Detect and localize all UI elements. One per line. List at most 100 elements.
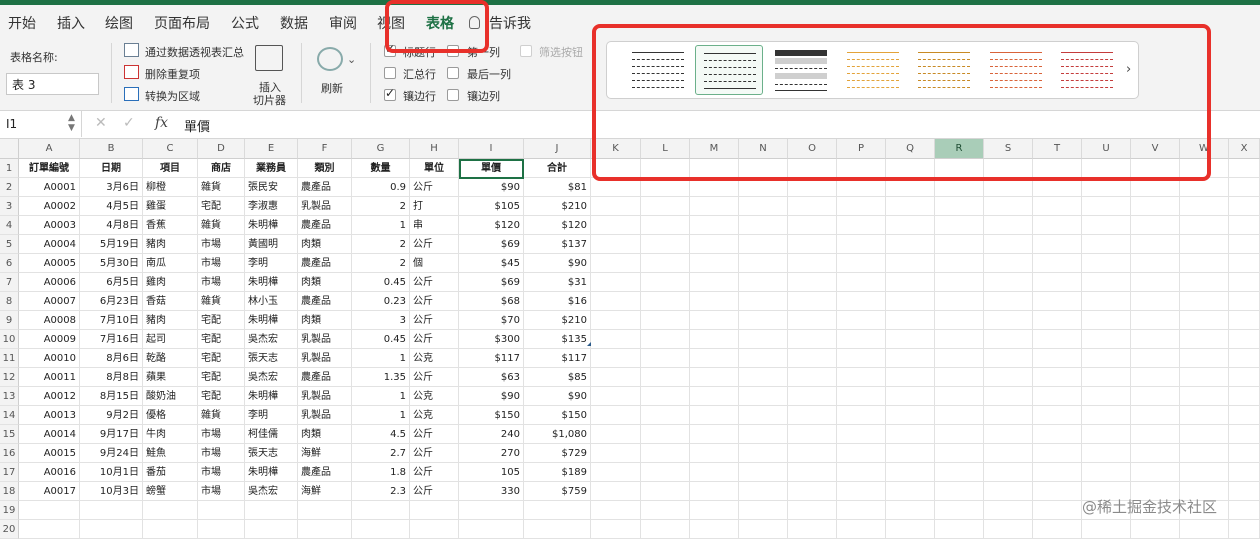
table-header-cell[interactable]: 訂單編號	[19, 159, 80, 178]
cell-w12[interactable]	[1180, 368, 1229, 387]
cell-c8[interactable]: 香菇	[143, 292, 198, 311]
cell-p19[interactable]	[837, 501, 886, 520]
cell-a4[interactable]: A0003	[19, 216, 80, 235]
cell-n18[interactable]	[739, 482, 788, 501]
cell-u4[interactable]	[1082, 216, 1131, 235]
cell-m15[interactable]	[690, 425, 739, 444]
cell-q15[interactable]	[886, 425, 935, 444]
cell-b16[interactable]: 9月24日	[80, 444, 143, 463]
cell-c12[interactable]: 蘋果	[143, 368, 198, 387]
cell-t13[interactable]	[1033, 387, 1082, 406]
cell-a12[interactable]: A0011	[19, 368, 80, 387]
cell-t14[interactable]	[1033, 406, 1082, 425]
cell-p9[interactable]	[837, 311, 886, 330]
cell-e8[interactable]: 林小玉	[245, 292, 298, 311]
row-header-4[interactable]: 4	[0, 216, 19, 235]
cell-t5[interactable]	[1033, 235, 1082, 254]
row-header-6[interactable]: 6	[0, 254, 19, 273]
cell-s18[interactable]	[984, 482, 1033, 501]
cell-a18[interactable]: A0017	[19, 482, 80, 501]
cell-g4[interactable]: 1	[352, 216, 410, 235]
cell-x14[interactable]	[1229, 406, 1260, 425]
cell-r9[interactable]	[935, 311, 984, 330]
cell-h16[interactable]: 公斤	[410, 444, 459, 463]
cell-m10[interactable]	[690, 330, 739, 349]
banded-rows-checkbox[interactable]	[384, 86, 396, 101]
cell-d10[interactable]: 宅配	[198, 330, 245, 349]
table-header-cell[interactable]: 單位	[410, 159, 459, 178]
cell-v20[interactable]	[1131, 520, 1180, 539]
tab-insert[interactable]: 插入	[57, 13, 85, 33]
cell-w8[interactable]	[1180, 292, 1229, 311]
cell-m20[interactable]	[690, 520, 739, 539]
cell-h9[interactable]: 公斤	[410, 311, 459, 330]
cell-r4[interactable]	[935, 216, 984, 235]
cell-x2[interactable]	[1229, 178, 1260, 197]
cell-t17[interactable]	[1033, 463, 1082, 482]
cell-g20[interactable]	[352, 520, 410, 539]
cell-q14[interactable]	[886, 406, 935, 425]
cell-t8[interactable]	[1033, 292, 1082, 311]
cell-c17[interactable]: 番茄	[143, 463, 198, 482]
cell-g16[interactable]: 2.7	[352, 444, 410, 463]
cell-j3[interactable]: $210	[524, 197, 591, 216]
cell-p18[interactable]	[837, 482, 886, 501]
cell-m14[interactable]	[690, 406, 739, 425]
cell-g6[interactable]: 2	[352, 254, 410, 273]
cell-g17[interactable]: 1.8	[352, 463, 410, 482]
cell-o16[interactable]	[788, 444, 837, 463]
tab-home[interactable]: 开始	[8, 13, 36, 33]
cell-r11[interactable]	[935, 349, 984, 368]
cell-x16[interactable]	[1229, 444, 1260, 463]
cell-k15[interactable]	[591, 425, 641, 444]
cell-p20[interactable]	[837, 520, 886, 539]
cell-r6[interactable]	[935, 254, 984, 273]
cell-s12[interactable]	[984, 368, 1033, 387]
cell-k7[interactable]	[591, 273, 641, 292]
cell-q19[interactable]	[886, 501, 935, 520]
cell-c20[interactable]	[143, 520, 198, 539]
cell-x7[interactable]	[1229, 273, 1260, 292]
cell-e10[interactable]: 吳杰宏	[245, 330, 298, 349]
cell-l18[interactable]	[641, 482, 690, 501]
cell-q9[interactable]	[886, 311, 935, 330]
cell-b2[interactable]: 3月6日	[80, 178, 143, 197]
cell-j19[interactable]	[524, 501, 591, 520]
cell-e9[interactable]: 朱明樺	[245, 311, 298, 330]
cell-k18[interactable]	[591, 482, 641, 501]
cell-c3[interactable]: 雞蛋	[143, 197, 198, 216]
cell-v12[interactable]	[1131, 368, 1180, 387]
cell-x9[interactable]	[1229, 311, 1260, 330]
cell-k12[interactable]	[591, 368, 641, 387]
table-header-cell[interactable]: 項目	[143, 159, 198, 178]
cell-o13[interactable]	[788, 387, 837, 406]
cell-j2[interactable]: $81	[524, 178, 591, 197]
cell-x17[interactable]	[1229, 463, 1260, 482]
cell-f10[interactable]: 乳製品	[298, 330, 352, 349]
cell-f16[interactable]: 海鮮	[298, 444, 352, 463]
table-header-cell[interactable]: 數量	[352, 159, 410, 178]
cell-i8[interactable]: $68	[459, 292, 524, 311]
table-header-cell[interactable]: 日期	[80, 159, 143, 178]
cell-w3[interactable]	[1180, 197, 1229, 216]
cell-f15[interactable]: 肉類	[298, 425, 352, 444]
cell-e13[interactable]: 朱明樺	[245, 387, 298, 406]
cell-s15[interactable]	[984, 425, 1033, 444]
cell-k4[interactable]	[591, 216, 641, 235]
cell-a20[interactable]	[19, 520, 80, 539]
cell-x20[interactable]	[1229, 520, 1260, 539]
cell-c11[interactable]: 乾酪	[143, 349, 198, 368]
cell-r8[interactable]	[935, 292, 984, 311]
cell-k11[interactable]	[591, 349, 641, 368]
cell-u15[interactable]	[1082, 425, 1131, 444]
cell-d18[interactable]: 市場	[198, 482, 245, 501]
cell-v16[interactable]	[1131, 444, 1180, 463]
cell-m12[interactable]	[690, 368, 739, 387]
cell-a10[interactable]: A0009	[19, 330, 80, 349]
cell-m16[interactable]	[690, 444, 739, 463]
cell-k8[interactable]	[591, 292, 641, 311]
cell-b3[interactable]: 4月5日	[80, 197, 143, 216]
cell-f3[interactable]: 乳製品	[298, 197, 352, 216]
cell-s9[interactable]	[984, 311, 1033, 330]
row-header-10[interactable]: 10	[0, 330, 19, 349]
